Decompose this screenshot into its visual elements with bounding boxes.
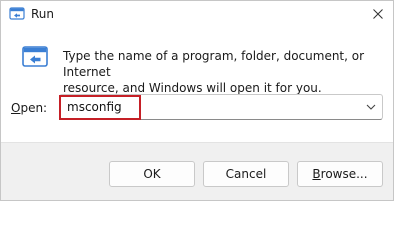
open-label-text: pen: (20, 101, 48, 115)
dialog-content: Type the name of a program, folder, docu… (1, 27, 393, 142)
window-title: Run (31, 7, 55, 21)
close-icon (373, 9, 383, 19)
run-icon (9, 7, 25, 20)
ok-button[interactable]: OK (109, 161, 195, 187)
run-app-icon (22, 46, 48, 67)
open-label: Open: (11, 100, 47, 116)
button-bar: OK Cancel Browse... (1, 142, 393, 200)
open-input[interactable]: msconfig (67, 99, 122, 115)
dialog-description: Type the name of a program, folder, docu… (63, 49, 365, 95)
open-combobox[interactable]: msconfig (59, 94, 383, 120)
run-dialog: Run Type the name of a program, folder, … (0, 0, 394, 201)
close-button[interactable] (367, 3, 389, 25)
cancel-button[interactable]: Cancel (203, 161, 289, 187)
browse-button[interactable]: Browse... (297, 161, 383, 187)
browse-label: rowse... (320, 167, 368, 181)
title-bar: Run (1, 1, 393, 27)
chevron-down-icon[interactable] (365, 102, 377, 112)
browse-mnemonic: B (312, 167, 321, 181)
